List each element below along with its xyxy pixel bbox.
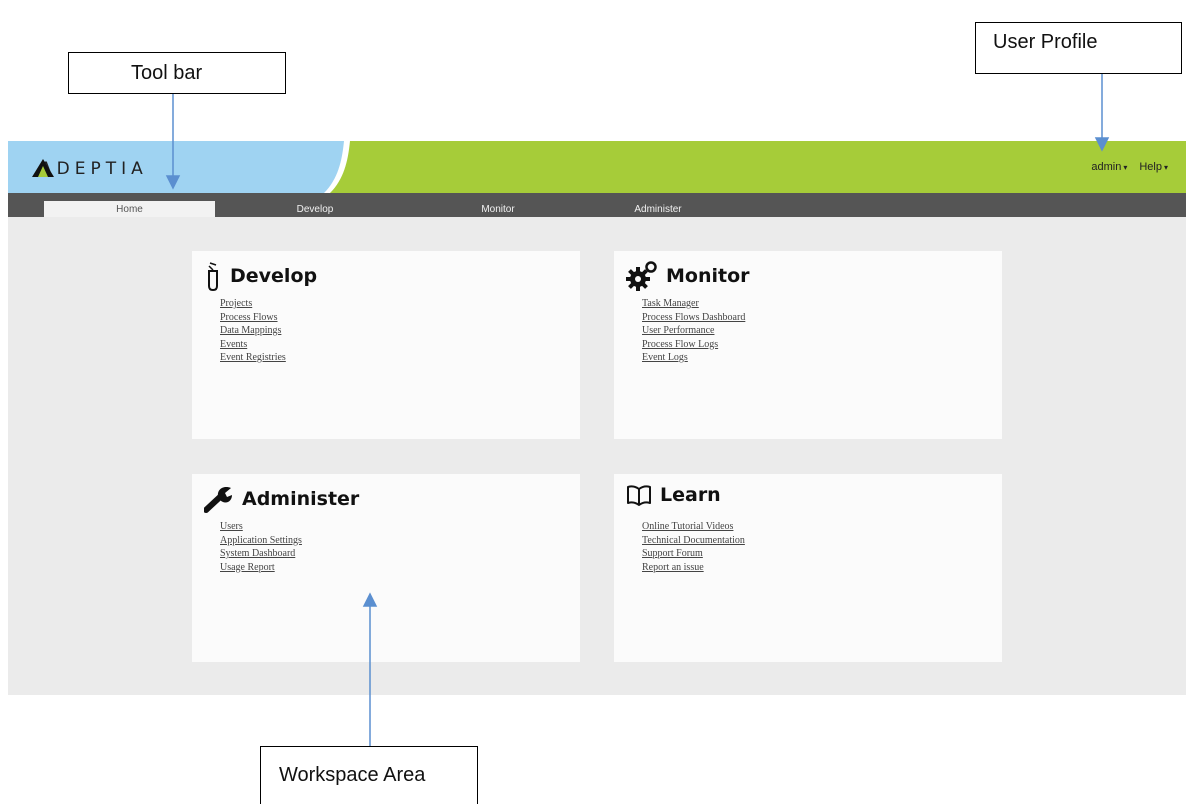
link-task-manager[interactable]: Task Manager bbox=[642, 297, 745, 311]
link-online-tutorial-videos[interactable]: Online Tutorial Videos bbox=[642, 520, 745, 534]
adeptia-logo-icon bbox=[32, 159, 54, 177]
user-profile-menu[interactable]: admin ▾ bbox=[1091, 161, 1127, 173]
administer-card-title: Administer bbox=[242, 488, 360, 510]
tab-monitor[interactable]: Monitor bbox=[408, 201, 588, 217]
user-profile-callout: User Profile bbox=[975, 22, 1182, 74]
develop-card-header: Develop bbox=[204, 261, 317, 291]
learn-links: Online Tutorial Videos Technical Documen… bbox=[642, 520, 745, 574]
brand-name: ADEPTIA bbox=[40, 159, 148, 179]
link-support-forum[interactable]: Support Forum bbox=[642, 547, 745, 561]
link-process-flows[interactable]: Process Flows bbox=[220, 311, 286, 325]
gears-icon bbox=[626, 261, 657, 291]
monitor-card-header: Monitor bbox=[626, 261, 750, 291]
help-label: Help bbox=[1139, 161, 1162, 173]
book-icon bbox=[627, 485, 651, 506]
link-technical-documentation[interactable]: Technical Documentation bbox=[642, 534, 745, 548]
monitor-links: Task Manager Process Flows Dashboard Use… bbox=[642, 297, 745, 365]
develop-card: Develop Projects Process Flows Data Mapp… bbox=[192, 251, 580, 439]
develop-card-title: Develop bbox=[230, 265, 318, 287]
user-profile-label: admin bbox=[1091, 161, 1122, 173]
monitor-card-title: Monitor bbox=[666, 265, 750, 287]
link-usage-report[interactable]: Usage Report bbox=[220, 561, 302, 575]
link-report-an-issue[interactable]: Report an issue bbox=[642, 561, 745, 575]
tab-monitor-label: Monitor bbox=[481, 203, 515, 215]
workspace-callout-label: Workspace Area bbox=[279, 764, 426, 786]
toolbar: Home Develop Monitor Administer bbox=[8, 193, 1186, 217]
wrench-icon bbox=[204, 486, 232, 513]
toolbar-callout: Tool bar bbox=[68, 52, 286, 94]
logo-area: ADEPTIA bbox=[8, 141, 408, 193]
brand-logo[interactable]: ADEPTIA bbox=[32, 159, 148, 179]
caret-down-icon: ▾ bbox=[1123, 163, 1128, 172]
tab-develop-label: Develop bbox=[296, 203, 334, 215]
learn-card: Learn Online Tutorial Videos Technical D… bbox=[614, 474, 1002, 662]
administer-card: Administer Users Application Settings Sy… bbox=[192, 474, 580, 662]
learn-card-title: Learn bbox=[660, 484, 721, 506]
link-system-dashboard[interactable]: System Dashboard bbox=[220, 547, 302, 561]
link-event-registries[interactable]: Event Registries bbox=[220, 351, 286, 365]
toolbar-callout-label: Tool bar bbox=[131, 61, 203, 84]
link-application-settings[interactable]: Application Settings bbox=[220, 534, 302, 548]
tab-home-label: Home bbox=[116, 203, 143, 215]
administer-links: Users Application Settings System Dashbo… bbox=[220, 520, 302, 574]
link-users[interactable]: Users bbox=[220, 520, 302, 534]
develop-links: Projects Process Flows Data Mappings Eve… bbox=[220, 297, 286, 365]
tab-administer-label: Administer bbox=[634, 203, 682, 215]
link-data-mappings[interactable]: Data Mappings bbox=[220, 324, 286, 338]
workspace-area: Develop Projects Process Flows Data Mapp… bbox=[8, 217, 1186, 695]
tab-home[interactable]: Home bbox=[44, 201, 215, 217]
monitor-card: Monitor Task Manager Process Flows Dashb… bbox=[614, 251, 1002, 439]
tab-develop[interactable]: Develop bbox=[215, 201, 415, 217]
caret-down-icon: ▾ bbox=[1163, 163, 1168, 172]
learn-card-header: Learn bbox=[626, 484, 721, 506]
test-tube-icon bbox=[208, 262, 218, 291]
user-profile-callout-label: User Profile bbox=[993, 31, 1098, 53]
link-process-flows-dashboard[interactable]: Process Flows Dashboard bbox=[642, 311, 745, 325]
app-header: ADEPTIA admin ▾ Help ▾ bbox=[8, 141, 1186, 193]
link-process-flow-logs[interactable]: Process Flow Logs bbox=[642, 338, 745, 352]
administer-card-header: Administer bbox=[204, 484, 359, 514]
link-events[interactable]: Events bbox=[220, 338, 286, 352]
link-user-performance[interactable]: User Performance bbox=[642, 324, 745, 338]
link-projects[interactable]: Projects bbox=[220, 297, 286, 311]
workspace-callout: Workspace Area bbox=[260, 746, 478, 804]
link-event-logs[interactable]: Event Logs bbox=[642, 351, 745, 365]
help-menu[interactable]: Help ▾ bbox=[1139, 161, 1168, 173]
tab-administer[interactable]: Administer bbox=[568, 201, 748, 217]
user-menu: admin ▾ Help ▾ bbox=[1079, 161, 1168, 173]
